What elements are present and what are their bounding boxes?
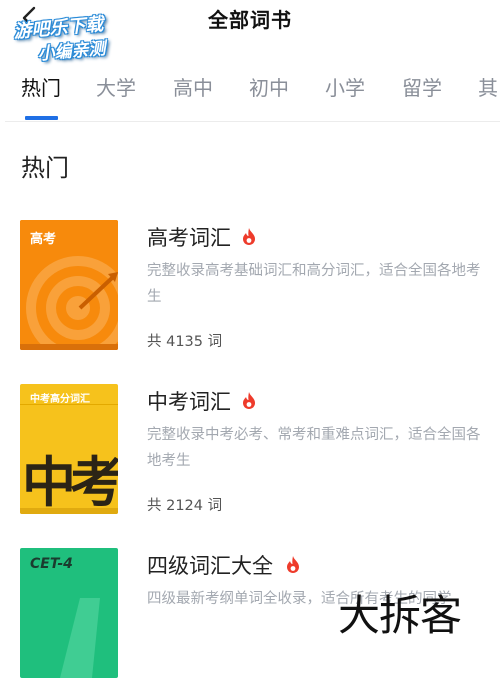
book-title: 高考词汇 bbox=[147, 226, 231, 250]
book-description: 完整收录中考必考、常考和重难点词汇，适合全国各地考生 bbox=[147, 427, 481, 469]
cover-spine bbox=[20, 508, 118, 514]
book-word-count: 共 4135 词 bbox=[147, 334, 223, 350]
book-title: 中考词汇 bbox=[147, 390, 231, 414]
book-cover-label: 高考 bbox=[30, 232, 57, 247]
book-description: 完整收录高考基础词汇和高分词汇，适合全国各地考生 bbox=[147, 263, 481, 305]
tab-hot[interactable]: 热门 bbox=[21, 72, 61, 101]
hot-flame-icon bbox=[243, 392, 255, 409]
book-word-count: 共 2124 词 bbox=[147, 498, 223, 514]
active-tab-indicator bbox=[25, 116, 58, 120]
book-cover: CET-4 bbox=[20, 548, 118, 678]
book-title: 四级词汇大全 bbox=[147, 554, 273, 578]
tab-middle-school[interactable]: 初中 bbox=[249, 72, 289, 101]
hot-flame-icon bbox=[243, 228, 255, 245]
tab-university[interactable]: 大学 bbox=[96, 72, 136, 101]
book-item-gaokao[interactable]: 高考 高考词汇 完整收录高考基础词汇和高分词汇，适合全国各地考生 共 4135 … bbox=[0, 220, 500, 370]
cover-rule bbox=[20, 404, 118, 405]
book-cover-label: 中考高分词汇 bbox=[30, 394, 90, 405]
tab-high-school[interactable]: 高中 bbox=[173, 72, 213, 101]
book-item-zhongkao[interactable]: 中考高分词汇 中考 中考词汇 完整收录中考必考、常考和重难点词汇，适合全国各地考… bbox=[0, 384, 500, 534]
book-cover: 中考高分词汇 中考 bbox=[20, 384, 118, 514]
watermark-logo: 游吧乐下载 小编亲测 bbox=[8, 2, 150, 66]
brand-watermark: 大拆客 bbox=[338, 591, 462, 640]
watermark-text-2: 小编亲测 bbox=[36, 38, 107, 65]
book-cover: 高考 bbox=[20, 220, 118, 350]
tab-other[interactable]: 其 bbox=[478, 72, 498, 101]
hot-flame-icon bbox=[287, 556, 299, 573]
tab-primary-school[interactable]: 小学 bbox=[325, 72, 365, 101]
category-tabs: 热门 大学 高中 初中 小学 留学 其 bbox=[0, 66, 500, 120]
book-cover-big-label: 中考 bbox=[22, 451, 118, 514]
tab-study-abroad[interactable]: 留学 bbox=[402, 72, 442, 101]
big-four-graphic bbox=[60, 598, 100, 678]
tabs-divider bbox=[5, 121, 500, 122]
section-title: 热门 bbox=[21, 154, 69, 182]
header-bar: 全部词书 游吧乐下载 小编亲测 bbox=[0, 0, 500, 65]
